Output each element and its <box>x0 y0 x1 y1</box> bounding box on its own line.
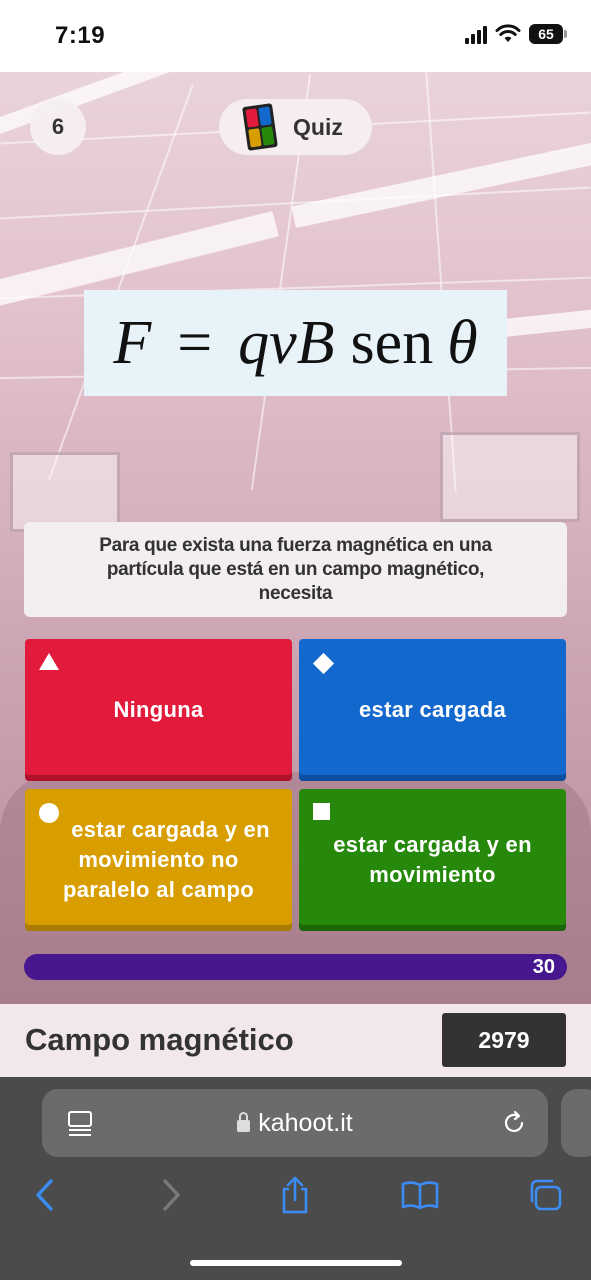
answer-button-green[interactable]: estar cargada y en movimiento <box>299 789 566 931</box>
status-time: 7:19 <box>55 22 106 49</box>
next-tab-preview[interactable] <box>561 1089 591 1157</box>
answer-label: Ninguna <box>113 697 204 722</box>
address-bar[interactable]: kahoot.it <box>42 1089 548 1157</box>
answer-label: estar cargada y en movimiento no paralel… <box>63 817 270 902</box>
triangle-icon <box>39 653 59 670</box>
answer-label: estar cargada <box>359 697 506 722</box>
forward-icon[interactable] <box>150 1173 194 1217</box>
score-box: 2979 <box>442 1013 566 1067</box>
kahoot-quiz-icon <box>242 103 278 151</box>
lock-icon <box>237 1111 251 1132</box>
status-bar: 7:19 65 <box>0 0 591 72</box>
back-icon[interactable] <box>22 1173 66 1217</box>
browser-toolbar <box>0 1173 591 1217</box>
wifi-icon <box>495 24 521 42</box>
window-right <box>440 432 580 522</box>
answer-label: estar cargada y en movimiento <box>333 832 532 887</box>
battery-level: 65 <box>538 26 554 42</box>
reload-icon[interactable] <box>500 1109 528 1137</box>
quiz-type-pill: Quiz <box>219 99 372 155</box>
answer-button-yellow[interactable]: estar cargada y en movimiento no paralel… <box>25 789 292 931</box>
answer-button-blue[interactable]: estar cargada <box>299 639 566 781</box>
square-icon <box>313 803 330 820</box>
timer-seconds: 30 <box>532 955 555 978</box>
answer-button-red[interactable]: Ninguna <box>25 639 292 781</box>
bookmarks-icon[interactable] <box>398 1173 442 1217</box>
url-display[interactable]: kahoot.it <box>42 1089 548 1157</box>
question-text: Para que exista una fuerza magnética en … <box>24 522 567 617</box>
player-bar: Campo magnético 2979 <box>0 1004 591 1077</box>
formula-lhs: F <box>113 308 152 377</box>
window-left <box>10 452 120 532</box>
question-number-badge: 6 <box>30 99 86 155</box>
formula-func: sen <box>350 308 434 377</box>
tabs-icon[interactable] <box>523 1173 567 1217</box>
countdown-timer-bar: 30 <box>24 954 567 980</box>
diamond-icon <box>312 652 335 675</box>
quiz-label: Quiz <box>293 113 343 140</box>
url-text: kahoot.it <box>258 1108 353 1137</box>
circle-icon <box>39 803 59 823</box>
browser-chrome: kahoot.it <box>0 1077 591 1280</box>
cellular-signal-icon <box>465 24 487 44</box>
player-name: Campo magnético <box>25 1022 294 1057</box>
share-icon[interactable] <box>273 1173 317 1217</box>
game-area: 6 Quiz F = qvB sen θ Para que exista una… <box>0 72 591 1004</box>
home-indicator <box>190 1260 402 1266</box>
formula-rhs: qvB <box>238 308 335 377</box>
status-icons: 65 <box>465 24 567 44</box>
battery-icon: 65 <box>529 24 567 44</box>
question-image-formula: F = qvB sen θ <box>84 290 507 396</box>
formula-angle: θ <box>447 308 478 377</box>
formula-equals: = <box>177 308 213 377</box>
